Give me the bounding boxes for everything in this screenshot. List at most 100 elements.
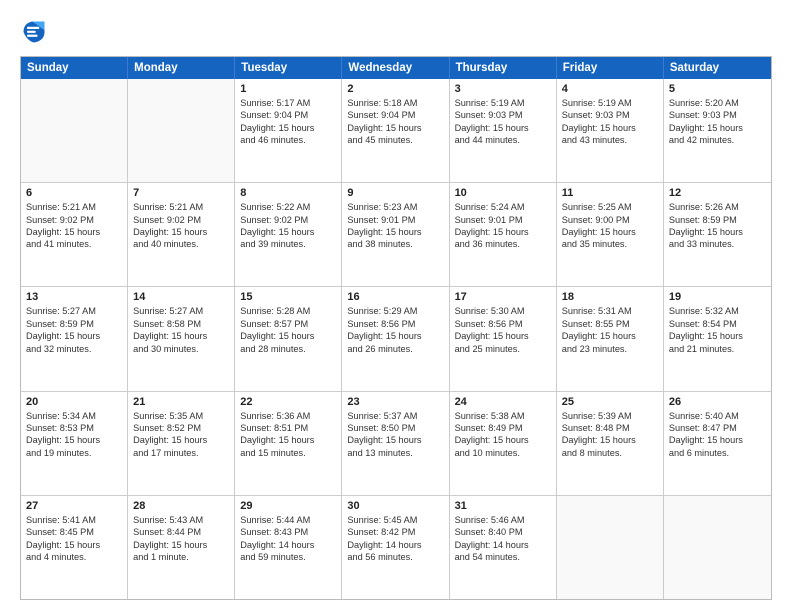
cell-info-line: and 17 minutes. <box>133 447 229 459</box>
cell-info-line: Sunrise: 5:43 AM <box>133 514 229 526</box>
cell-info-line: and 42 minutes. <box>669 134 766 146</box>
cell-info-line: and 23 minutes. <box>562 343 658 355</box>
cell-info-line: Daylight: 15 hours <box>669 122 766 134</box>
cell-info-line: Sunset: 8:43 PM <box>240 526 336 538</box>
cell-info-line: and 44 minutes. <box>455 134 551 146</box>
cell-info-line: and 54 minutes. <box>455 551 551 563</box>
cell-info-line: Daylight: 14 hours <box>347 539 443 551</box>
cell-info-line: Sunset: 9:02 PM <box>26 214 122 226</box>
cell-info-line: Daylight: 15 hours <box>240 226 336 238</box>
cell-info-line: Sunrise: 5:21 AM <box>26 201 122 213</box>
cell-info-line: Sunset: 8:57 PM <box>240 318 336 330</box>
day-cell-22: 22Sunrise: 5:36 AMSunset: 8:51 PMDayligh… <box>235 392 342 495</box>
cell-info-line: and 59 minutes. <box>240 551 336 563</box>
cell-info-line: Daylight: 15 hours <box>26 226 122 238</box>
day-cell-4: 4Sunrise: 5:19 AMSunset: 9:03 PMDaylight… <box>557 79 664 182</box>
cell-info-line: Sunrise: 5:41 AM <box>26 514 122 526</box>
header-day-friday: Friday <box>557 57 664 79</box>
cell-info-line: Sunset: 8:48 PM <box>562 422 658 434</box>
day-number: 27 <box>26 500 122 512</box>
day-cell-7: 7Sunrise: 5:21 AMSunset: 9:02 PMDaylight… <box>128 183 235 286</box>
day-number: 23 <box>347 396 443 408</box>
cell-info-line: Sunset: 8:51 PM <box>240 422 336 434</box>
cell-info-line: and 46 minutes. <box>240 134 336 146</box>
day-cell-11: 11 Sunrise: 5:25 AMSunset: 9:00 PMDayligh… <box>557 183 664 286</box>
calendar-body: 1Sunrise: 5:17 AMSunset: 9:04 PMDaylight… <box>21 79 771 599</box>
cell-info-line: Sunrise: 5:40 AM <box>669 410 766 422</box>
cell-info-line: and 33 minutes. <box>669 238 766 250</box>
cell-info-line: Sunset: 9:04 PM <box>347 109 443 121</box>
cell-info-line: Sunrise: 5:17 AM <box>240 97 336 109</box>
cell-info-line: Sunrise: 5:46 AM <box>455 514 551 526</box>
day-number: 19 <box>669 291 766 303</box>
cell-info-line: and 26 minutes. <box>347 343 443 355</box>
cell-info-line: Sunset: 8:59 PM <box>26 318 122 330</box>
cell-info-line: Sunset: 8:52 PM <box>133 422 229 434</box>
day-number: 29 <box>240 500 336 512</box>
cell-info-line: and 19 minutes. <box>26 447 122 459</box>
empty-cell-w0c0 <box>21 79 128 182</box>
cell-info-line: Sunset: 8:47 PM <box>669 422 766 434</box>
cell-info-line: Daylight: 15 hours <box>669 434 766 446</box>
cell-info-line: Daylight: 15 hours <box>133 226 229 238</box>
cell-info-line: Sunset: 9:00 PM <box>562 214 658 226</box>
cell-info-line: Sunrise: 5:44 AM <box>240 514 336 526</box>
cell-info-line: and 10 minutes. <box>455 447 551 459</box>
day-cell-9: 9Sunrise: 5:23 AMSunset: 9:01 PMDaylight… <box>342 183 449 286</box>
header-day-tuesday: Tuesday <box>235 57 342 79</box>
calendar-row-3: 13Sunrise: 5:27 AMSunset: 8:59 PMDayligh… <box>21 286 771 390</box>
header-day-monday: Monday <box>128 57 235 79</box>
cell-info-line: and 56 minutes. <box>347 551 443 563</box>
cell-info-line: Daylight: 15 hours <box>133 330 229 342</box>
calendar-row-4: 20Sunrise: 5:34 AMSunset: 8:53 PMDayligh… <box>21 391 771 495</box>
cell-info-line: Sunrise: 5:25 AM <box>562 201 658 213</box>
cell-info-line: and 45 minutes. <box>347 134 443 146</box>
day-cell-6: 6Sunrise: 5:21 AMSunset: 9:02 PMDaylight… <box>21 183 128 286</box>
day-cell-24: 24Sunrise: 5:38 AMSunset: 8:49 PMDayligh… <box>450 392 557 495</box>
cell-info-line: Daylight: 15 hours <box>133 434 229 446</box>
cell-info-line: Sunrise: 5:30 AM <box>455 305 551 317</box>
cell-info-line: Daylight: 15 hours <box>26 434 122 446</box>
day-number: 30 <box>347 500 443 512</box>
cell-info-line: and 4 minutes. <box>26 551 122 563</box>
cell-info-line: Sunrise: 5:36 AM <box>240 410 336 422</box>
cell-info-line: and 1 minute. <box>133 551 229 563</box>
logo <box>20 18 52 46</box>
calendar-row-2: 6Sunrise: 5:21 AMSunset: 9:02 PMDaylight… <box>21 182 771 286</box>
empty-cell-w4c5 <box>557 496 664 599</box>
cell-info-line: Sunrise: 5:35 AM <box>133 410 229 422</box>
day-cell-17: 17Sunrise: 5:30 AMSunset: 8:56 PMDayligh… <box>450 287 557 390</box>
day-number: 5 <box>669 83 766 95</box>
cell-info-line: Sunset: 9:03 PM <box>562 109 658 121</box>
cell-info-line: and 30 minutes. <box>133 343 229 355</box>
cell-info-line: Sunset: 9:03 PM <box>669 109 766 121</box>
day-cell-12: 12Sunrise: 5:26 AMSunset: 8:59 PMDayligh… <box>664 183 771 286</box>
cell-info-line: Sunrise: 5:24 AM <box>455 201 551 213</box>
cell-info-line: Sunset: 9:02 PM <box>240 214 336 226</box>
cell-info-line: Daylight: 15 hours <box>26 539 122 551</box>
cell-info-line: Sunset: 9:04 PM <box>240 109 336 121</box>
logo-icon <box>20 18 48 46</box>
day-number: 9 <box>347 187 443 199</box>
cell-info-line: Daylight: 15 hours <box>26 330 122 342</box>
cell-info-line: and 38 minutes. <box>347 238 443 250</box>
day-number: 7 <box>133 187 229 199</box>
day-number: 13 <box>26 291 122 303</box>
cell-info-line: Sunrise: 5:21 AM <box>133 201 229 213</box>
cell-info-line: and 13 minutes. <box>347 447 443 459</box>
cell-info-line: Daylight: 15 hours <box>455 226 551 238</box>
cell-info-line: and 32 minutes. <box>26 343 122 355</box>
cell-info-line: Daylight: 15 hours <box>669 226 766 238</box>
day-cell-18: 18Sunrise: 5:31 AMSunset: 8:55 PMDayligh… <box>557 287 664 390</box>
cell-info-line: Sunset: 8:56 PM <box>455 318 551 330</box>
cell-info-line: Sunrise: 5:28 AM <box>240 305 336 317</box>
day-number: 16 <box>347 291 443 303</box>
header <box>20 18 772 46</box>
cell-info-line: Sunset: 8:56 PM <box>347 318 443 330</box>
cell-info-line: Sunrise: 5:29 AM <box>347 305 443 317</box>
day-cell-2: 2Sunrise: 5:18 AMSunset: 9:04 PMDaylight… <box>342 79 449 182</box>
day-cell-1: 1Sunrise: 5:17 AMSunset: 9:04 PMDaylight… <box>235 79 342 182</box>
day-number: 11 <box>562 187 658 199</box>
cell-info-line: Sunset: 8:55 PM <box>562 318 658 330</box>
cell-info-line: Daylight: 15 hours <box>562 226 658 238</box>
